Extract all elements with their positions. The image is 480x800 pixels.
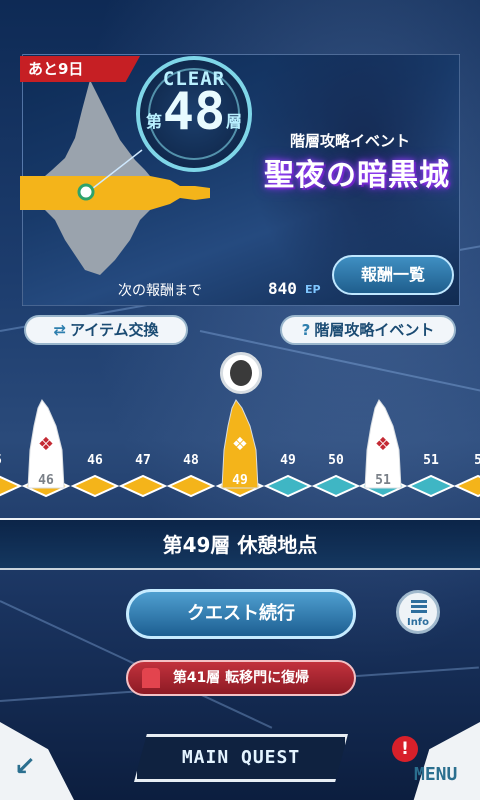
clear-floor-badge: CLEAR 48 第 層 — [136, 56, 252, 172]
menu-label: MENU — [414, 764, 458, 785]
event-help-button[interactable]: ? 階層攻略イベント — [280, 315, 456, 345]
gate-icon — [142, 668, 160, 688]
floor-node-8[interactable]: ❖ 51 — [358, 399, 408, 498]
floor-node-5[interactable]: ❖ 49 — [215, 399, 265, 498]
floor-number-label: 5 — [474, 453, 480, 468]
boss-emblem-icon: ❖ — [38, 434, 54, 455]
current-location: 第49層 休憩地点 — [162, 533, 318, 557]
next-reward-label: 次の報酬まで — [118, 283, 202, 299]
info-button[interactable]: Info — [396, 590, 440, 634]
floor-number-label: 5 — [0, 453, 2, 468]
main-quest-button[interactable]: MAIN QUEST — [134, 734, 348, 782]
ep-unit: EP — [305, 283, 321, 296]
floor-platform — [453, 474, 480, 498]
question-icon: ? — [301, 321, 311, 339]
item-exchange-label: アイテム交換 — [70, 321, 159, 339]
return-to-gate-button[interactable]: 第41層 転移門に復帰 — [126, 660, 356, 696]
floor-node-9[interactable]: 51 — [406, 453, 456, 498]
floor-node-0[interactable]: 5 — [0, 453, 23, 497]
event-help-label: 階層攻略イベント — [314, 321, 435, 339]
floor-suffix: 層 — [225, 112, 242, 131]
list-icon — [411, 600, 427, 616]
player-avatar — [220, 352, 262, 394]
floor-platform — [311, 474, 361, 498]
floor-platform — [166, 474, 216, 498]
current-progress-marker — [77, 183, 95, 201]
floor-node-7[interactable]: 50 — [311, 453, 361, 498]
floor-number-label: 50 — [328, 453, 344, 468]
info-label: Info — [406, 617, 430, 628]
floor-number-label: 51 — [423, 453, 439, 468]
reward-list-button[interactable]: 報酬一覧 — [332, 255, 454, 295]
floor-platform — [406, 474, 456, 498]
return-to-gate-label: 第41層 転移門に復帰 — [172, 670, 310, 686]
floor-platform — [70, 474, 120, 498]
item-exchange-button[interactable]: ⇄ アイテム交換 — [24, 315, 188, 345]
boss-emblem-icon: ❖ — [232, 434, 248, 455]
floor-node-1[interactable]: ❖ 46 — [21, 399, 71, 498]
floor-number-label: 48 — [183, 453, 199, 468]
ep-remaining: 840 — [268, 279, 297, 298]
floor-node-4[interactable]: 48 — [166, 453, 216, 498]
floor-node-3[interactable]: 47 — [118, 453, 168, 498]
floor-platform — [263, 474, 313, 498]
days-left-tag: あと9日 — [20, 56, 140, 82]
location-bar: 第49層 休憩地点 — [0, 518, 480, 570]
floor-number-label: 46 — [87, 453, 103, 468]
floor-number-label: 46 — [38, 473, 54, 488]
continue-quest-button[interactable]: クエスト続行 — [126, 589, 356, 639]
floor-number-label: 49 — [280, 453, 296, 468]
floor-node-10[interactable]: 5 — [453, 453, 480, 498]
boss-emblem-icon: ❖ — [375, 434, 391, 455]
floor-number-label: 49 — [232, 473, 248, 488]
floor-node-6[interactable]: 49 — [263, 453, 313, 498]
floor-platform — [118, 474, 168, 498]
floor-number-label: 47 — [135, 453, 151, 468]
floor-number-label: 51 — [375, 473, 391, 488]
alert-badge: ! — [392, 736, 418, 762]
floor-platform — [0, 475, 23, 497]
back-arrow-icon: ↙ — [14, 752, 36, 782]
event-title: 聖夜の暗黒城 — [264, 158, 450, 193]
event-subtitle: 階層攻略イベント — [290, 132, 411, 150]
floor-node-2[interactable]: 46 — [70, 453, 120, 498]
exchange-arrows-icon: ⇄ — [53, 321, 67, 339]
floor-prefix: 第 — [146, 112, 163, 131]
